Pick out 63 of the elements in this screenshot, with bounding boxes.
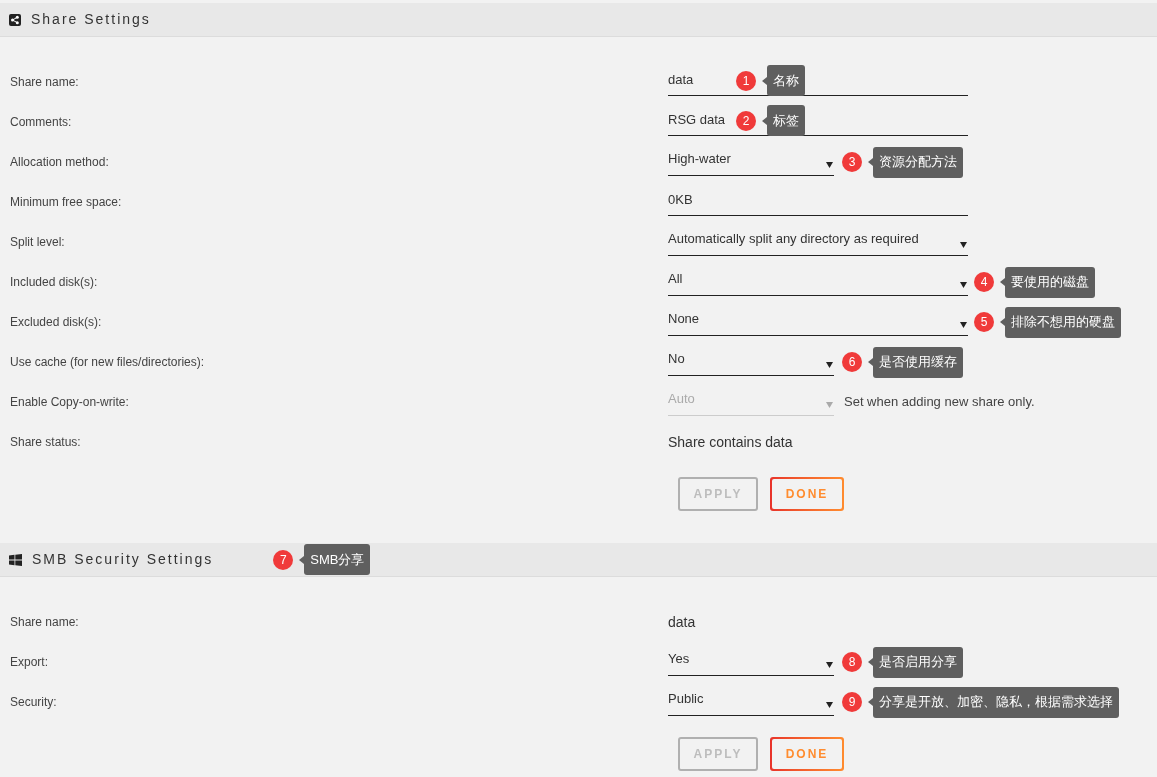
dropdown[interactable]: All (668, 268, 968, 296)
field-label: Share name: (9, 74, 80, 91)
pointer-icon (868, 658, 873, 666)
field-label: Use cache (for new files/directories): (9, 354, 206, 371)
dropdown[interactable]: No (668, 348, 834, 376)
caret-icon (826, 661, 833, 668)
callout: 是否启用分享 (873, 646, 963, 678)
callout: 要使用的磁盘 (1005, 266, 1095, 298)
callout: 资源分配方法 (873, 146, 963, 178)
callout: 名称 (767, 65, 805, 96)
caret-icon (826, 701, 833, 708)
field-label: Included disk(s): (9, 274, 99, 291)
text-field[interactable]: 0KB (668, 188, 968, 216)
caret-icon (826, 161, 833, 168)
section-title: SMB Security Settings (32, 550, 214, 569)
field-label: Share status: (9, 434, 82, 451)
pointer-icon (868, 698, 873, 706)
pointer-icon (868, 358, 873, 366)
share-icon (9, 13, 21, 26)
field-label: Enable Copy-on-write: (9, 394, 130, 411)
caret-icon (960, 321, 967, 328)
field-label: Minimum free space: (9, 194, 123, 211)
pointer-icon (868, 158, 873, 166)
number-badge: 1 (736, 70, 756, 91)
hint-text: Set when adding new share only. (844, 393, 1035, 412)
windows-icon (9, 553, 22, 566)
field-label: Allocation method: (9, 154, 110, 171)
number-badge: 3 (842, 152, 862, 172)
value-text: Share contains data (668, 432, 793, 452)
callout: SMB分享 (304, 544, 371, 575)
field-label: Share name: (9, 614, 80, 631)
value-text: data (668, 612, 696, 632)
callout: 标签 (767, 105, 805, 136)
caret-icon (960, 281, 967, 288)
number-badge: 8 (842, 652, 862, 672)
caret-icon (826, 361, 833, 368)
field-label: Export: (9, 654, 49, 671)
pointer-icon (299, 555, 305, 564)
field-label: Excluded disk(s): (9, 314, 103, 331)
dropdown[interactable]: None (668, 308, 968, 336)
field-label: Comments: (9, 114, 73, 131)
callout: 是否使用缓存 (873, 346, 963, 378)
caret-icon (826, 401, 833, 408)
pointer-icon (1000, 278, 1005, 286)
number-badge: 9 (842, 692, 862, 712)
dropdown[interactable]: Public (668, 688, 834, 716)
pointer-icon (1000, 318, 1005, 326)
dropdown[interactable]: Automatically split any directory as required (668, 228, 968, 256)
callout: 分享是开放、加密、隐私，根据需求选择 (873, 686, 1119, 718)
dropdown[interactable]: High-water (668, 148, 834, 176)
pointer-icon (762, 116, 767, 125)
number-badge: 7 (273, 549, 294, 570)
pointer-icon (762, 76, 767, 85)
caret-icon (960, 241, 967, 248)
section-title: Share Settings (31, 10, 151, 29)
number-badge: 6 (842, 352, 862, 372)
number-badge: 4 (974, 272, 994, 292)
field-label: Security: (9, 694, 58, 711)
number-badge: 2 (736, 110, 756, 131)
field-label: Split level: (9, 234, 66, 251)
dropdown[interactable]: Yes (668, 648, 834, 676)
number-badge: 5 (974, 312, 994, 332)
callout: 排除不想用的硬盘 (1005, 306, 1121, 338)
